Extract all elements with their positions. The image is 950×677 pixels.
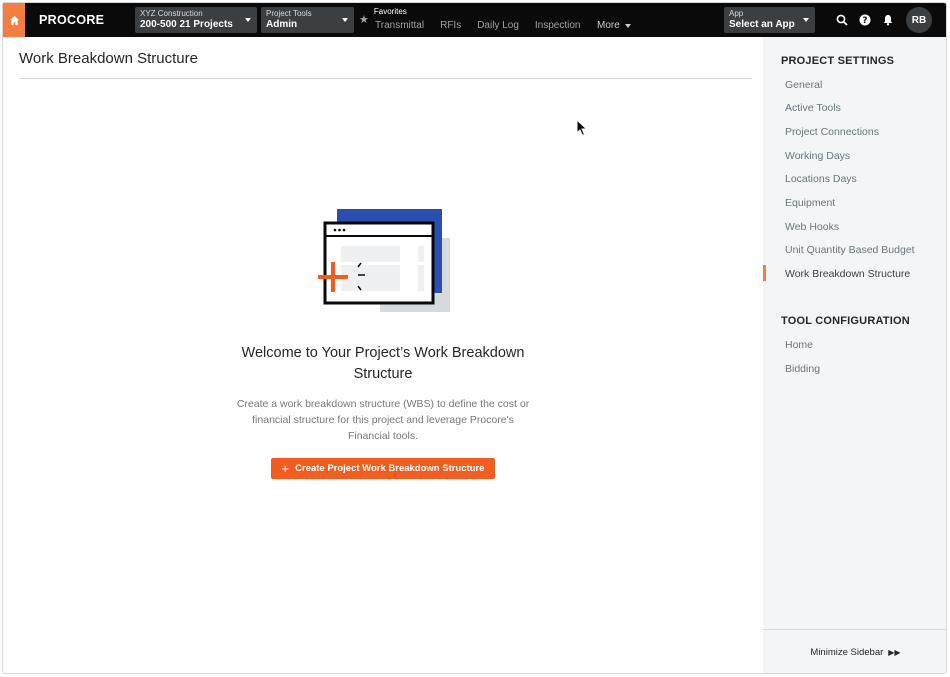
- welcome-description: Create a work breakdown structure (WBS) …: [236, 398, 530, 442]
- svg-text:?: ?: [863, 16, 868, 26]
- double-chevron-right-icon: ▶▶: [888, 648, 901, 657]
- page-title: Work Breakdown Structure: [19, 50, 198, 67]
- topbar-actions: ? RB: [835, 3, 932, 37]
- sidebar-item-working-days[interactable]: Working Days: [785, 150, 850, 162]
- help-button[interactable]: ?: [858, 13, 872, 27]
- more-label: More: [597, 20, 620, 31]
- help-icon: ?: [859, 14, 871, 26]
- sidebar-item-locations-days[interactable]: Locations Days: [785, 173, 857, 185]
- app-label: App: [729, 9, 744, 18]
- sidebar-item-bidding[interactable]: Bidding: [785, 363, 820, 375]
- chevron-down-icon: [245, 18, 251, 22]
- sidebar-item-home[interactable]: Home: [785, 339, 813, 351]
- title-divider: [19, 78, 752, 79]
- minimize-sidebar-button[interactable]: Minimize Sidebar ▶▶: [763, 629, 946, 673]
- tool-configuration-heading: TOOL CONFIGURATION: [781, 315, 910, 327]
- star-icon[interactable]: ★: [359, 13, 369, 26]
- sidebar-item-general[interactable]: General: [785, 79, 822, 91]
- create-wbs-button[interactable]: + Create Project Work Breakdown Structur…: [271, 458, 495, 479]
- notifications-button[interactable]: [881, 13, 895, 27]
- plus-icon: +: [281, 460, 290, 476]
- project-settings-sidebar: PROJECT SETTINGS General Active Tools Pr…: [763, 37, 946, 673]
- welcome-title: Welcome to Your Project’s Work Breakdown…: [241, 345, 525, 382]
- project-tools-value: Admin: [266, 19, 298, 30]
- top-navigation-bar: PROCORE XYZ Construction 200-500 21 Proj…: [3, 3, 946, 37]
- mouse-cursor-icon: [576, 119, 588, 137]
- sidebar-item-equipment[interactable]: Equipment: [785, 197, 835, 209]
- project-tools-label: Project Tools: [266, 9, 312, 18]
- project-name: 200-500 21 Projects: [140, 19, 233, 30]
- bell-icon: [883, 15, 893, 26]
- sidebar-item-web-hooks[interactable]: Web Hooks: [785, 221, 839, 233]
- chevron-down-icon: [803, 18, 809, 22]
- procore-logo[interactable]: PROCORE: [39, 13, 137, 27]
- sidebar-item-active-tools[interactable]: Active Tools: [785, 102, 841, 114]
- wbs-illustration: [318, 209, 450, 312]
- app-value: Select an App: [729, 19, 795, 30]
- project-tools-selector[interactable]: Project Tools Admin: [261, 7, 354, 33]
- company-project-selector[interactable]: XYZ Construction 200-500 21 Projects: [135, 7, 257, 33]
- favorite-link-transmittal[interactable]: Transmittal: [375, 20, 424, 31]
- company-name: XYZ Construction: [140, 9, 203, 18]
- active-item-indicator: [763, 265, 766, 281]
- favorite-link-daily-log[interactable]: Daily Log: [477, 20, 519, 31]
- chevron-down-icon: [342, 18, 348, 22]
- home-button[interactable]: [3, 3, 25, 37]
- favorite-link-rfis[interactable]: RFIs: [440, 20, 461, 31]
- sidebar-item-work-breakdown-structure[interactable]: Work Breakdown Structure: [785, 268, 910, 280]
- project-settings-heading: PROJECT SETTINGS: [781, 55, 895, 67]
- favorite-link-inspection[interactable]: Inspection: [535, 20, 581, 31]
- home-icon: [9, 15, 19, 25]
- search-icon: [836, 14, 848, 26]
- user-avatar[interactable]: RB: [906, 7, 932, 33]
- search-button[interactable]: [835, 13, 849, 27]
- create-wbs-button-label: Create Project Work Breakdown Structure: [295, 463, 485, 474]
- favorites-links: Transmittal RFIs Daily Log Inspection: [375, 20, 597, 31]
- app-selector[interactable]: App Select an App: [724, 7, 815, 33]
- more-menu[interactable]: More: [597, 20, 631, 31]
- sidebar-item-unit-quantity-based-budget[interactable]: Unit Quantity Based Budget: [785, 244, 915, 256]
- chevron-down-icon: [624, 23, 631, 28]
- minimize-sidebar-label: Minimize Sidebar: [810, 647, 884, 658]
- sidebar-item-project-connections[interactable]: Project Connections: [785, 126, 879, 138]
- app-window: PROCORE XYZ Construction 200-500 21 Proj…: [2, 2, 947, 674]
- favorites-label: Favorites: [373, 7, 407, 16]
